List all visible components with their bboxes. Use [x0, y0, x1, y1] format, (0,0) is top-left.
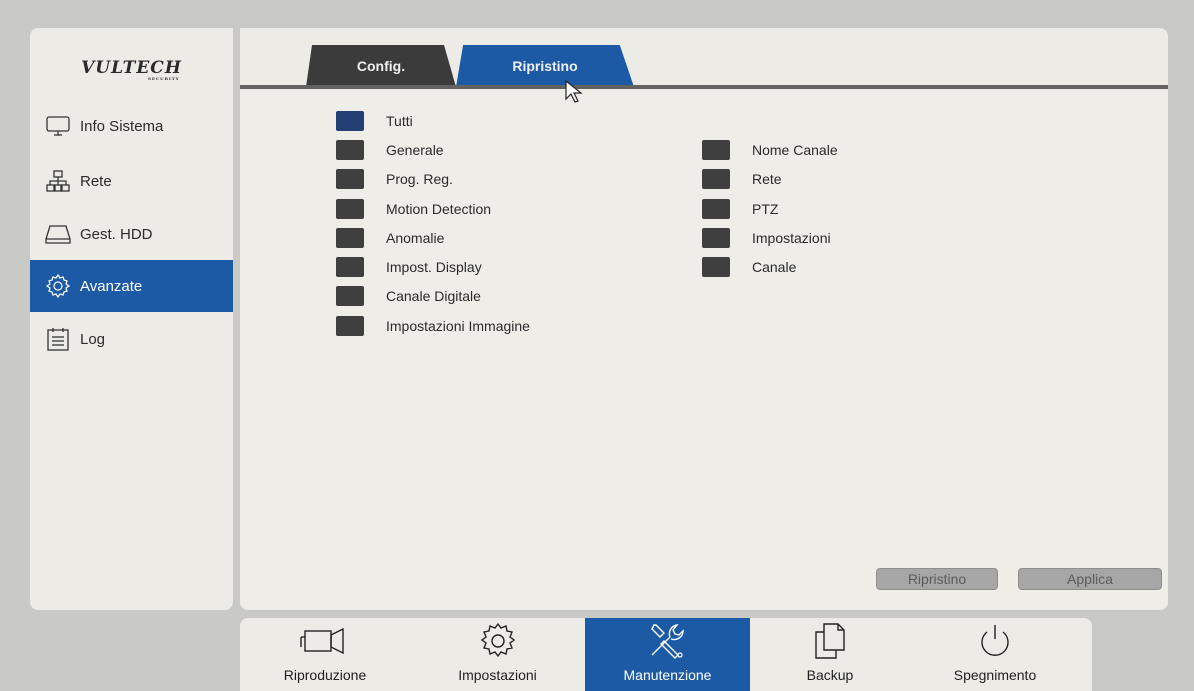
nav-riproduzione[interactable]: Riproduzione — [240, 618, 410, 691]
option-tutti[interactable]: Tutti — [336, 111, 413, 131]
restore-options-panel: Tutti Generale Prog. Reg. Motion Detecti… — [240, 91, 1168, 610]
apply-button[interactable]: Applica — [1018, 568, 1162, 590]
option-label: Impost. Display — [386, 259, 482, 275]
log-icon — [44, 325, 72, 353]
checkbox[interactable] — [702, 228, 730, 248]
option-label: Canale Digitale — [386, 288, 481, 304]
network-icon — [44, 167, 72, 195]
option-label: Rete — [752, 171, 782, 187]
nav-spegnimento[interactable]: Spegnimento — [910, 618, 1080, 691]
option-prog-reg[interactable]: Prog. Reg. — [336, 169, 453, 189]
option-label: Anomalie — [386, 230, 445, 246]
option-anomalie[interactable]: Anomalie — [336, 228, 444, 248]
option-canale[interactable]: Canale — [702, 257, 796, 277]
checkbox[interactable] — [336, 228, 364, 248]
nav-label: Riproduzione — [283, 667, 367, 683]
nav-impostazioni[interactable]: Impostazioni — [410, 618, 585, 691]
option-nome-canale[interactable]: Nome Canale — [702, 140, 838, 160]
checkbox[interactable] — [336, 140, 364, 160]
option-label: Prog. Reg. — [386, 171, 453, 187]
nav-label: Backup — [806, 667, 854, 683]
vultech-logo: VULTECH SECURITY — [30, 28, 233, 108]
sidebar-item-label: Avanzate — [80, 277, 143, 295]
apply-button-label: Applica — [1067, 571, 1113, 587]
tab-label: Config. — [356, 58, 406, 74]
option-label: Impostazioni — [752, 230, 831, 246]
option-canale-digitale[interactable]: Canale Digitale — [336, 286, 481, 306]
tab-config[interactable]: Config. — [306, 45, 456, 87]
tools-icon — [646, 621, 690, 661]
reset-button-label: Ripristino — [907, 571, 967, 587]
logo-text: VULTECH — [81, 58, 182, 78]
option-label: Motion Detection — [386, 201, 492, 217]
sidebar-item-label: Info Sistema — [80, 117, 164, 135]
checkbox[interactable] — [336, 199, 364, 219]
option-label: Generale — [386, 142, 444, 158]
checkbox[interactable] — [336, 111, 364, 131]
checkbox[interactable] — [336, 169, 364, 189]
sidebar-item-log[interactable]: Log — [30, 313, 233, 365]
nav-label: Manutenzione — [623, 667, 712, 683]
option-motion-detection[interactable]: Motion Detection — [336, 199, 491, 219]
option-impostazioni-immagine[interactable]: Impostazioni Immagine — [336, 316, 530, 336]
checkbox[interactable] — [336, 286, 364, 306]
sidebar-item-rete[interactable]: Rete — [30, 155, 233, 207]
gear-icon — [44, 272, 72, 300]
nav-manutenzione[interactable]: Manutenzione — [585, 618, 750, 691]
sidebar: VULTECH SECURITY Info Sistema Rete Gest.… — [30, 28, 233, 610]
sidebar-item-info-sistema[interactable]: Info Sistema — [30, 100, 233, 152]
checkbox[interactable] — [702, 140, 730, 160]
checkbox[interactable] — [702, 257, 730, 277]
checkbox[interactable] — [336, 316, 364, 336]
option-label: Impostazioni Immagine — [386, 318, 530, 334]
checkbox[interactable] — [336, 257, 364, 277]
monitor-icon — [44, 112, 72, 140]
logo-subtext: SECURITY — [148, 76, 180, 81]
option-label: Tutti — [386, 113, 413, 129]
camera-icon — [299, 621, 351, 661]
nav-label: Spegnimento — [953, 667, 1037, 683]
copy-icon — [812, 621, 848, 661]
tab-divider — [240, 85, 1168, 89]
sidebar-item-gest-hdd[interactable]: Gest. HDD — [30, 208, 233, 260]
option-label: Canale — [752, 259, 797, 275]
nav-label: Impostazioni — [458, 667, 537, 683]
sidebar-item-avanzate[interactable]: Avanzate — [30, 260, 233, 312]
option-generale[interactable]: Generale — [336, 140, 444, 160]
sidebar-item-label: Rete — [80, 172, 112, 190]
reset-button[interactable]: Ripristino — [876, 568, 998, 590]
tab-label: Ripristino — [512, 58, 578, 74]
sidebar-item-label: Gest. HDD — [80, 225, 153, 243]
hdd-icon — [44, 220, 72, 248]
option-label: PTZ — [752, 201, 779, 217]
gear-icon — [478, 621, 518, 661]
checkbox[interactable] — [702, 199, 730, 219]
sidebar-item-label: Log — [80, 330, 106, 348]
checkbox[interactable] — [702, 169, 730, 189]
option-rete[interactable]: Rete — [702, 169, 782, 189]
option-impost-display[interactable]: Impost. Display — [336, 257, 482, 277]
power-icon — [976, 621, 1014, 661]
bottom-nav-bar: Riproduzione Impostazioni Manutenzione B… — [240, 618, 1092, 691]
nav-backup[interactable]: Backup — [750, 618, 910, 691]
option-label: Nome Canale — [752, 142, 838, 158]
mouse-cursor-icon — [565, 80, 583, 103]
option-impostazioni[interactable]: Impostazioni — [702, 228, 831, 248]
tab-ripristino[interactable]: Ripristino — [456, 45, 634, 87]
main-panel: Config. Ripristino Tutti Generale Prog. … — [240, 28, 1168, 610]
tab-bar: Config. Ripristino — [240, 28, 1168, 89]
option-ptz[interactable]: PTZ — [702, 199, 778, 219]
